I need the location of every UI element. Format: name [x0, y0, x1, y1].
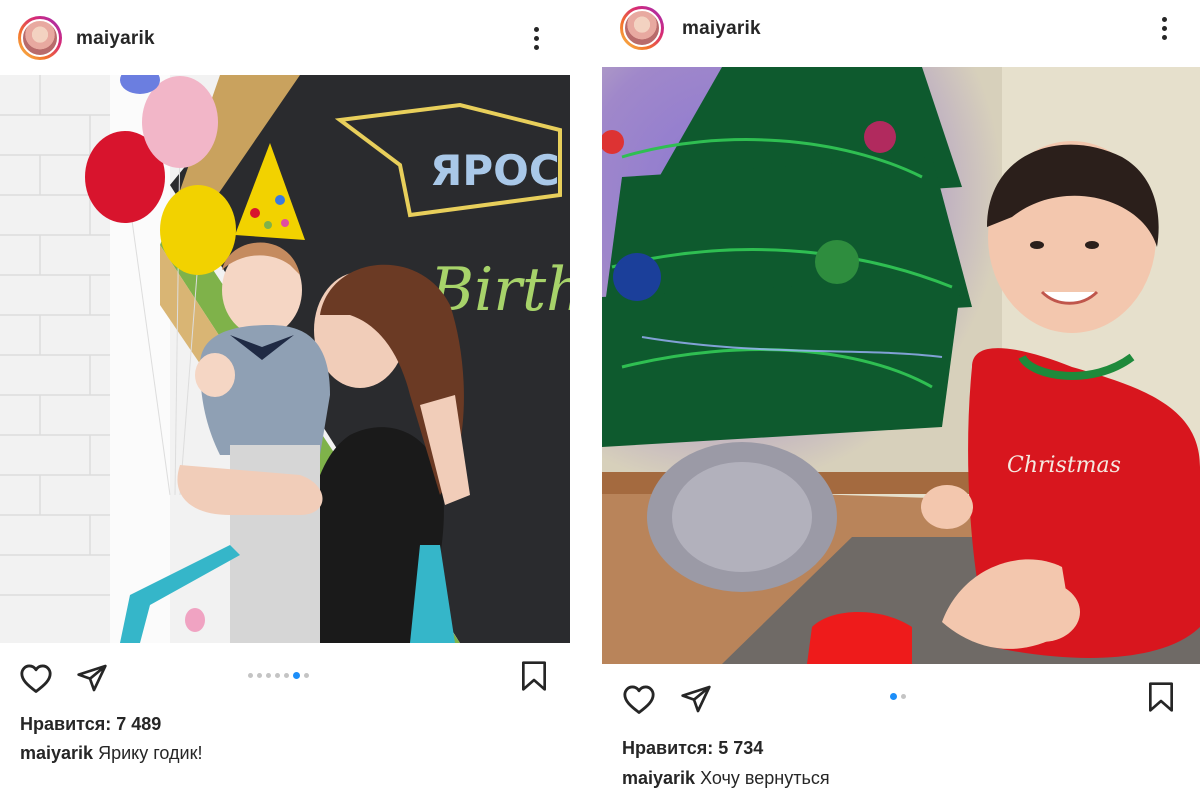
carousel-dot-active	[293, 672, 300, 679]
avatar[interactable]	[18, 16, 62, 60]
heart-icon[interactable]	[19, 662, 53, 694]
bookmark-icon[interactable]	[520, 660, 548, 692]
caption-text: Хочу вернуться	[700, 768, 830, 788]
carousel-indicator	[890, 693, 906, 700]
post-caption: maiyarik Хочу вернуться	[622, 768, 830, 789]
more-options-icon[interactable]	[526, 22, 546, 54]
caption-username[interactable]: maiyarik	[622, 768, 695, 788]
post-card-1: maiyarik ЯРОС Birth Нравится: 7 489 maiy…	[0, 0, 585, 799]
post-header: maiyarik	[600, 0, 1200, 67]
post-actions	[600, 678, 1200, 718]
carousel-dot-active	[890, 693, 897, 700]
carousel-dot	[248, 673, 253, 678]
post-username[interactable]: maiyarik	[682, 18, 761, 40]
post-photo[interactable]: Christmas	[602, 67, 1200, 664]
carousel-dot	[266, 673, 271, 678]
avatar[interactable]	[620, 6, 664, 50]
carousel-indicator	[248, 672, 309, 679]
carousel-dot	[901, 694, 906, 699]
more-options-icon[interactable]	[1154, 12, 1174, 44]
post-caption: maiyarik Ярику годик!	[20, 743, 202, 764]
post-photo[interactable]: ЯРОС Birth	[0, 75, 570, 643]
carousel-dot	[257, 673, 262, 678]
likes-count[interactable]: Нравится: 7 489	[20, 714, 161, 735]
carousel-dot	[304, 673, 309, 678]
carousel-dot	[284, 673, 289, 678]
caption-username[interactable]: maiyarik	[20, 743, 93, 763]
photo-sign-text: ЯРОС	[430, 146, 560, 195]
likes-count[interactable]: Нравится: 5 734	[622, 738, 763, 759]
heart-icon[interactable]	[622, 683, 656, 715]
photo-shirt-text: Christmas	[1007, 453, 1121, 478]
share-icon[interactable]	[76, 662, 108, 694]
share-icon[interactable]	[680, 683, 712, 715]
post-card-2: maiyarik Christmas Нравится: 5 734 maiya…	[600, 0, 1200, 799]
caption-text: Ярику годик!	[98, 743, 203, 763]
carousel-dot	[275, 673, 280, 678]
bookmark-icon[interactable]	[1147, 681, 1175, 713]
post-header: maiyarik	[0, 0, 585, 75]
post-actions	[0, 658, 585, 698]
post-username[interactable]: maiyarik	[76, 28, 155, 50]
